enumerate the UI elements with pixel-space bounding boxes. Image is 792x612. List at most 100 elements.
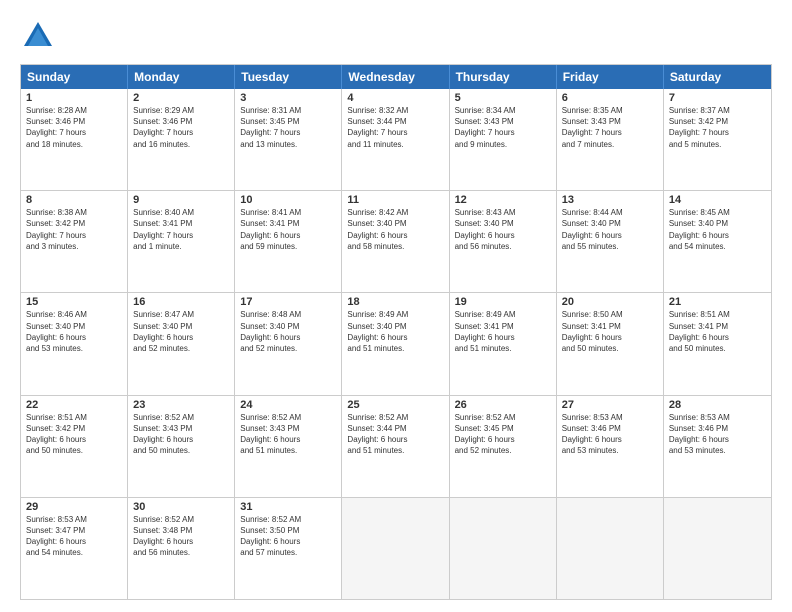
day-number: 6 xyxy=(562,92,658,104)
calendar-week-1: 1Sunrise: 8:28 AM Sunset: 3:46 PM Daylig… xyxy=(21,89,771,190)
day-3: 3Sunrise: 8:31 AM Sunset: 3:45 PM Daylig… xyxy=(235,89,342,190)
day-number: 30 xyxy=(133,501,229,513)
day-2: 2Sunrise: 8:29 AM Sunset: 3:46 PM Daylig… xyxy=(128,89,235,190)
day-number: 20 xyxy=(562,296,658,308)
day-info: Sunrise: 8:52 AM Sunset: 3:44 PM Dayligh… xyxy=(347,412,443,457)
day-19: 19Sunrise: 8:49 AM Sunset: 3:41 PM Dayli… xyxy=(450,293,557,394)
day-info: Sunrise: 8:38 AM Sunset: 3:42 PM Dayligh… xyxy=(26,207,122,252)
day-info: Sunrise: 8:52 AM Sunset: 3:50 PM Dayligh… xyxy=(240,514,336,559)
calendar: SundayMondayTuesdayWednesdayThursdayFrid… xyxy=(20,64,772,600)
day-number: 4 xyxy=(347,92,443,104)
day-17: 17Sunrise: 8:48 AM Sunset: 3:40 PM Dayli… xyxy=(235,293,342,394)
calendar-week-5: 29Sunrise: 8:53 AM Sunset: 3:47 PM Dayli… xyxy=(21,497,771,599)
day-info: Sunrise: 8:40 AM Sunset: 3:41 PM Dayligh… xyxy=(133,207,229,252)
logo-icon xyxy=(20,18,56,54)
header-day-thursday: Thursday xyxy=(450,65,557,89)
header-day-saturday: Saturday xyxy=(664,65,771,89)
day-number: 7 xyxy=(669,92,766,104)
day-31: 31Sunrise: 8:52 AM Sunset: 3:50 PM Dayli… xyxy=(235,498,342,599)
day-10: 10Sunrise: 8:41 AM Sunset: 3:41 PM Dayli… xyxy=(235,191,342,292)
day-info: Sunrise: 8:49 AM Sunset: 3:40 PM Dayligh… xyxy=(347,309,443,354)
day-13: 13Sunrise: 8:44 AM Sunset: 3:40 PM Dayli… xyxy=(557,191,664,292)
day-5: 5Sunrise: 8:34 AM Sunset: 3:43 PM Daylig… xyxy=(450,89,557,190)
day-29: 29Sunrise: 8:53 AM Sunset: 3:47 PM Dayli… xyxy=(21,498,128,599)
day-number: 8 xyxy=(26,194,122,206)
day-info: Sunrise: 8:28 AM Sunset: 3:46 PM Dayligh… xyxy=(26,105,122,150)
day-number: 10 xyxy=(240,194,336,206)
day-24: 24Sunrise: 8:52 AM Sunset: 3:43 PM Dayli… xyxy=(235,396,342,497)
logo xyxy=(20,18,60,54)
calendar-week-4: 22Sunrise: 8:51 AM Sunset: 3:42 PM Dayli… xyxy=(21,395,771,497)
empty-cell xyxy=(450,498,557,599)
day-number: 18 xyxy=(347,296,443,308)
calendar-week-3: 15Sunrise: 8:46 AM Sunset: 3:40 PM Dayli… xyxy=(21,292,771,394)
day-number: 16 xyxy=(133,296,229,308)
day-number: 13 xyxy=(562,194,658,206)
day-info: Sunrise: 8:53 AM Sunset: 3:47 PM Dayligh… xyxy=(26,514,122,559)
header-day-tuesday: Tuesday xyxy=(235,65,342,89)
day-info: Sunrise: 8:29 AM Sunset: 3:46 PM Dayligh… xyxy=(133,105,229,150)
page: SundayMondayTuesdayWednesdayThursdayFrid… xyxy=(0,0,792,612)
day-info: Sunrise: 8:52 AM Sunset: 3:48 PM Dayligh… xyxy=(133,514,229,559)
day-number: 22 xyxy=(26,399,122,411)
day-21: 21Sunrise: 8:51 AM Sunset: 3:41 PM Dayli… xyxy=(664,293,771,394)
day-number: 29 xyxy=(26,501,122,513)
day-number: 5 xyxy=(455,92,551,104)
empty-cell xyxy=(664,498,771,599)
day-number: 27 xyxy=(562,399,658,411)
day-25: 25Sunrise: 8:52 AM Sunset: 3:44 PM Dayli… xyxy=(342,396,449,497)
day-info: Sunrise: 8:45 AM Sunset: 3:40 PM Dayligh… xyxy=(669,207,766,252)
day-4: 4Sunrise: 8:32 AM Sunset: 3:44 PM Daylig… xyxy=(342,89,449,190)
day-info: Sunrise: 8:52 AM Sunset: 3:43 PM Dayligh… xyxy=(133,412,229,457)
day-number: 15 xyxy=(26,296,122,308)
day-info: Sunrise: 8:53 AM Sunset: 3:46 PM Dayligh… xyxy=(562,412,658,457)
day-number: 11 xyxy=(347,194,443,206)
day-info: Sunrise: 8:47 AM Sunset: 3:40 PM Dayligh… xyxy=(133,309,229,354)
day-info: Sunrise: 8:44 AM Sunset: 3:40 PM Dayligh… xyxy=(562,207,658,252)
day-info: Sunrise: 8:41 AM Sunset: 3:41 PM Dayligh… xyxy=(240,207,336,252)
day-20: 20Sunrise: 8:50 AM Sunset: 3:41 PM Dayli… xyxy=(557,293,664,394)
day-number: 24 xyxy=(240,399,336,411)
day-info: Sunrise: 8:53 AM Sunset: 3:46 PM Dayligh… xyxy=(669,412,766,457)
day-info: Sunrise: 8:42 AM Sunset: 3:40 PM Dayligh… xyxy=(347,207,443,252)
day-info: Sunrise: 8:31 AM Sunset: 3:45 PM Dayligh… xyxy=(240,105,336,150)
day-27: 27Sunrise: 8:53 AM Sunset: 3:46 PM Dayli… xyxy=(557,396,664,497)
day-6: 6Sunrise: 8:35 AM Sunset: 3:43 PM Daylig… xyxy=(557,89,664,190)
header-day-monday: Monday xyxy=(128,65,235,89)
calendar-week-2: 8Sunrise: 8:38 AM Sunset: 3:42 PM Daylig… xyxy=(21,190,771,292)
day-23: 23Sunrise: 8:52 AM Sunset: 3:43 PM Dayli… xyxy=(128,396,235,497)
day-28: 28Sunrise: 8:53 AM Sunset: 3:46 PM Dayli… xyxy=(664,396,771,497)
day-15: 15Sunrise: 8:46 AM Sunset: 3:40 PM Dayli… xyxy=(21,293,128,394)
day-info: Sunrise: 8:50 AM Sunset: 3:41 PM Dayligh… xyxy=(562,309,658,354)
header-day-wednesday: Wednesday xyxy=(342,65,449,89)
day-info: Sunrise: 8:34 AM Sunset: 3:43 PM Dayligh… xyxy=(455,105,551,150)
day-number: 21 xyxy=(669,296,766,308)
day-info: Sunrise: 8:32 AM Sunset: 3:44 PM Dayligh… xyxy=(347,105,443,150)
day-info: Sunrise: 8:51 AM Sunset: 3:41 PM Dayligh… xyxy=(669,309,766,354)
day-16: 16Sunrise: 8:47 AM Sunset: 3:40 PM Dayli… xyxy=(128,293,235,394)
day-number: 26 xyxy=(455,399,551,411)
calendar-body: 1Sunrise: 8:28 AM Sunset: 3:46 PM Daylig… xyxy=(21,89,771,599)
day-number: 28 xyxy=(669,399,766,411)
calendar-header-row: SundayMondayTuesdayWednesdayThursdayFrid… xyxy=(21,65,771,89)
empty-cell xyxy=(557,498,664,599)
day-info: Sunrise: 8:52 AM Sunset: 3:43 PM Dayligh… xyxy=(240,412,336,457)
day-26: 26Sunrise: 8:52 AM Sunset: 3:45 PM Dayli… xyxy=(450,396,557,497)
day-number: 9 xyxy=(133,194,229,206)
day-number: 19 xyxy=(455,296,551,308)
day-info: Sunrise: 8:46 AM Sunset: 3:40 PM Dayligh… xyxy=(26,309,122,354)
header xyxy=(20,18,772,54)
day-12: 12Sunrise: 8:43 AM Sunset: 3:40 PM Dayli… xyxy=(450,191,557,292)
day-number: 25 xyxy=(347,399,443,411)
header-day-sunday: Sunday xyxy=(21,65,128,89)
day-number: 3 xyxy=(240,92,336,104)
day-info: Sunrise: 8:49 AM Sunset: 3:41 PM Dayligh… xyxy=(455,309,551,354)
day-info: Sunrise: 8:43 AM Sunset: 3:40 PM Dayligh… xyxy=(455,207,551,252)
day-9: 9Sunrise: 8:40 AM Sunset: 3:41 PM Daylig… xyxy=(128,191,235,292)
day-22: 22Sunrise: 8:51 AM Sunset: 3:42 PM Dayli… xyxy=(21,396,128,497)
day-number: 17 xyxy=(240,296,336,308)
day-8: 8Sunrise: 8:38 AM Sunset: 3:42 PM Daylig… xyxy=(21,191,128,292)
day-18: 18Sunrise: 8:49 AM Sunset: 3:40 PM Dayli… xyxy=(342,293,449,394)
day-info: Sunrise: 8:35 AM Sunset: 3:43 PM Dayligh… xyxy=(562,105,658,150)
day-number: 12 xyxy=(455,194,551,206)
